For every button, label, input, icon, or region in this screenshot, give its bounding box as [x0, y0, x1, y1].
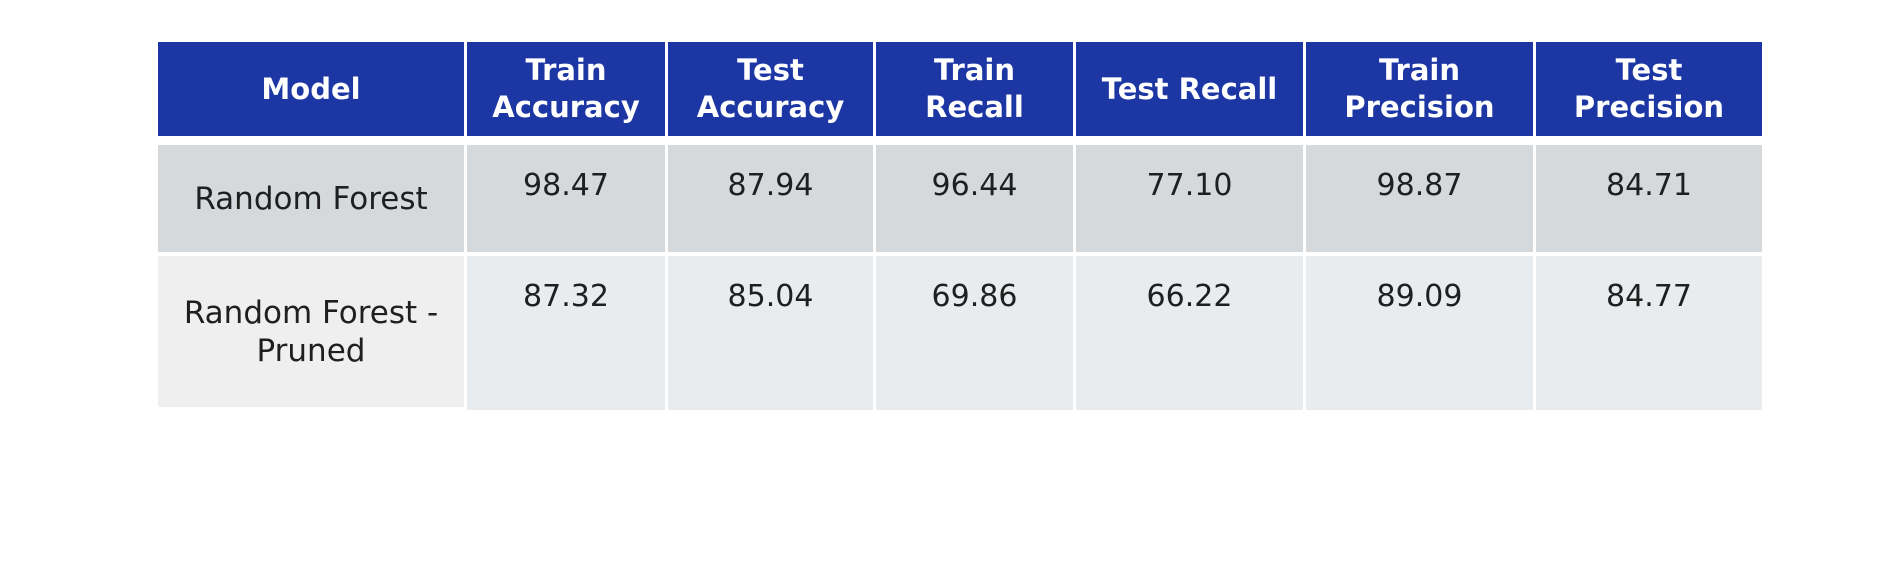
table-cell: 98.87: [1306, 145, 1533, 252]
header-test-recall: Test Recall: [1076, 42, 1303, 136]
table-cell: 98.47: [467, 145, 665, 252]
table-cell: 66.22: [1076, 256, 1303, 410]
metrics-table: Model Train Accuracy Test Accuracy Train…: [0, 0, 1900, 582]
header-test-accuracy: Test Accuracy: [668, 42, 873, 136]
table-row-model-label: Random Forest - Pruned: [158, 256, 464, 407]
table-cell: 84.77: [1536, 256, 1762, 410]
table-cell: 87.32: [467, 256, 665, 410]
header-model: Model: [158, 42, 464, 136]
table-cell: 84.71: [1536, 145, 1762, 252]
header-test-precision: Test Precision: [1536, 42, 1762, 136]
table-cell: 77.10: [1076, 145, 1303, 252]
table-cell: 85.04: [668, 256, 873, 410]
header-train-precision: Train Precision: [1306, 42, 1533, 136]
table-cell: 96.44: [876, 145, 1073, 252]
table-row-model-label: Random Forest: [158, 145, 464, 252]
table-cell: 89.09: [1306, 256, 1533, 410]
table-cell: 69.86: [876, 256, 1073, 410]
table-cell: 87.94: [668, 145, 873, 252]
header-train-recall: Train Recall: [876, 42, 1073, 136]
header-train-accuracy: Train Accuracy: [467, 42, 665, 136]
